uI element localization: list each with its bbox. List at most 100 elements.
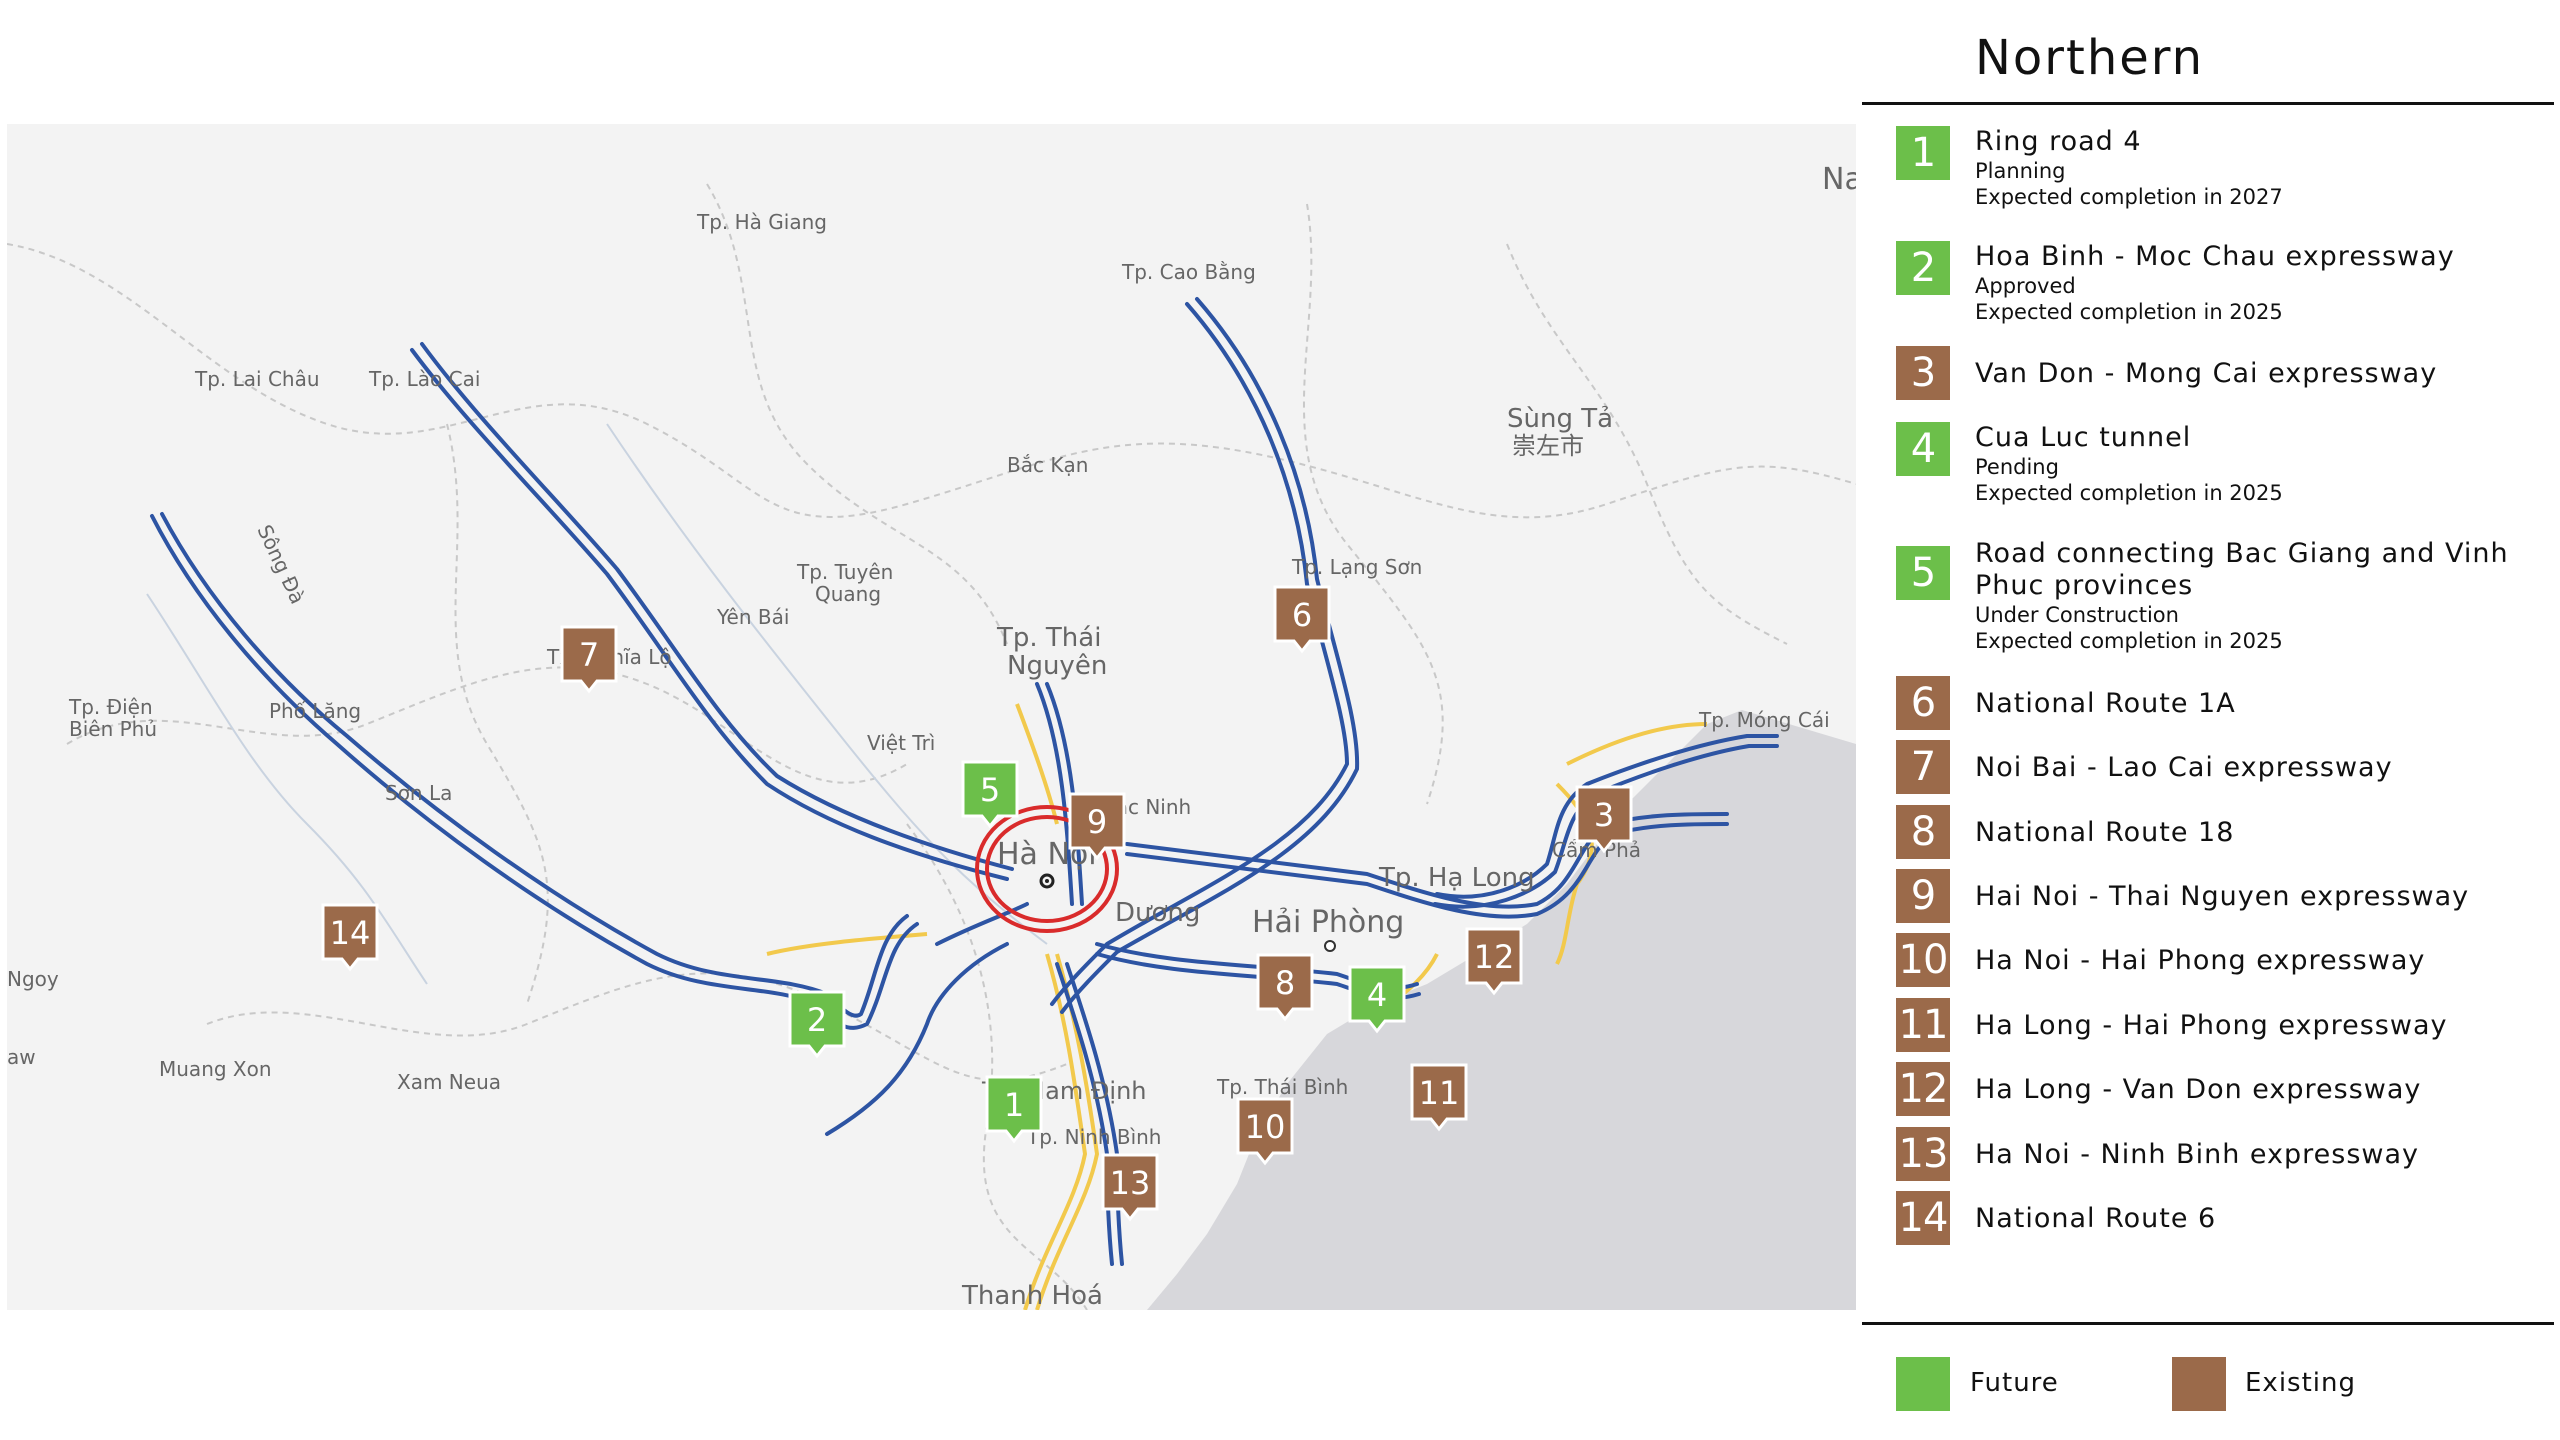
route-badge: 1 [1896, 126, 1950, 180]
map-marker-14[interactable]: 14 [321, 903, 379, 972]
svg-text:Tp. Thái: Tp. Thái [996, 623, 1101, 653]
svg-text:Biên Phủ: Biên Phủ [69, 717, 157, 741]
map-marker-10[interactable]: 10 [1236, 1097, 1294, 1166]
legend-divider [1862, 1322, 2554, 1325]
map-marker-label: 7 [579, 636, 599, 674]
route-badge: 11 [1896, 998, 1950, 1052]
svg-text:Hải Phòng: Hải Phòng [1252, 905, 1404, 940]
route-name: Noi Bai - Lao Cai expressway [1975, 752, 2393, 783]
map-marker-8[interactable]: 8 [1256, 953, 1314, 1022]
svg-text:Sùng Tả: Sùng Tả [1507, 404, 1613, 434]
svg-text:Phố Lăng: Phố Lăng [269, 699, 361, 723]
svg-text:Dương: Dương [1115, 898, 1200, 928]
route-badge: 13 [1896, 1127, 1950, 1181]
route-completion: Expected completion in 2027 [1975, 185, 2283, 209]
route-badge: 8 [1896, 805, 1950, 859]
svg-text:Tp. Cao Bằng: Tp. Cao Bằng [1121, 260, 1256, 284]
future-label: Future [1970, 1368, 2059, 1398]
map-marker-label: 10 [1245, 1108, 1286, 1146]
route-completion: Expected completion in 2025 [1975, 481, 2283, 505]
svg-text:Việt Trì: Việt Trì [867, 731, 935, 755]
route-name: Cua Luc tunnel [1975, 422, 2192, 453]
route-badge: 14 [1896, 1191, 1950, 1245]
existing-label: Existing [2245, 1368, 2356, 1398]
route-badge: 10 [1896, 933, 1950, 987]
svg-text:Muang Xon: Muang Xon [159, 1057, 272, 1081]
route-badge: 9 [1896, 869, 1950, 923]
future-swatch [1896, 1357, 1950, 1411]
svg-text:Na: Na [1822, 162, 1856, 197]
svg-text:Tp. Hà Giang: Tp. Hà Giang [696, 210, 827, 234]
route-name: Road connecting Bac Giang and Vinh Phuc … [1975, 538, 2509, 601]
route-completion: Expected completion in 2025 [1975, 300, 2283, 324]
route-status: Planning [1975, 159, 2066, 183]
route-name: Hoa Binh - Moc Chau expressway [1975, 241, 2455, 272]
map-marker-label: 12 [1474, 938, 1515, 976]
svg-text:Xam Neua: Xam Neua [397, 1070, 501, 1094]
title-divider [1862, 102, 2554, 105]
map-marker-label: 9 [1087, 803, 1107, 841]
map-marker-5[interactable]: 5 [961, 760, 1019, 829]
map-marker-label: 8 [1275, 964, 1295, 1002]
svg-text:Tp. Lào Cai: Tp. Lào Cai [368, 367, 480, 391]
route-name: Ha Long - Van Don expressway [1975, 1074, 2422, 1105]
map[interactable]: Tp. Hà Giang Tp. Cao Bằng Tp. Lai Châu T… [7, 124, 1856, 1310]
route-badge: 3 [1896, 346, 1950, 400]
route-status: Under Construction [1975, 603, 2179, 627]
map-marker-label: 11 [1419, 1074, 1460, 1112]
map-marker-label: 2 [807, 1001, 827, 1039]
svg-text:Tp. Tuyên: Tp. Tuyên [796, 560, 893, 584]
svg-text:Quang: Quang [815, 582, 881, 606]
map-marker-4[interactable]: 4 [1348, 965, 1406, 1034]
svg-text:Tp. Ninh Bình: Tp. Ninh Bình [1026, 1125, 1161, 1149]
svg-text:Tp. Điện: Tp. Điện [68, 695, 153, 719]
haiphong-dot [1324, 940, 1336, 952]
map-marker-label: 13 [1110, 1164, 1151, 1202]
map-marker-6[interactable]: 6 [1273, 585, 1331, 654]
route-completion: Expected completion in 2025 [1975, 629, 2283, 653]
map-marker-label: 6 [1292, 596, 1312, 634]
map-marker-1[interactable]: 1 [985, 1075, 1043, 1144]
svg-text:Tp. Lai Châu: Tp. Lai Châu [194, 367, 320, 391]
route-badge: 12 [1896, 1062, 1950, 1116]
map-marker-2[interactable]: 2 [788, 990, 846, 1059]
map-marker-label: 14 [330, 914, 371, 952]
map-marker-9[interactable]: 9 [1068, 792, 1126, 861]
route-badge: 5 [1896, 546, 1950, 600]
route-name: Ring road 4 [1975, 126, 2142, 157]
map-marker-11[interactable]: 11 [1410, 1063, 1468, 1132]
route-name: Ha Long - Hai Phong expressway [1975, 1010, 2448, 1041]
svg-text:Tp. Móng Cái: Tp. Móng Cái [1698, 708, 1830, 732]
map-marker-label: 3 [1594, 796, 1614, 834]
route-badge: 2 [1896, 241, 1950, 295]
map-marker-12[interactable]: 12 [1465, 927, 1523, 996]
svg-text:Ngoy: Ngoy [7, 967, 59, 991]
route-name: Van Don - Mong Cai expressway [1975, 358, 2438, 389]
route-name: National Route 6 [1975, 1203, 2217, 1234]
route-name: Ha Noi - Ninh Binh expressway [1975, 1139, 2420, 1170]
svg-text:Thanh Hoá: Thanh Hoá [961, 1281, 1103, 1310]
map-marker-label: 4 [1367, 976, 1387, 1014]
map-marker-3[interactable]: 3 [1575, 785, 1633, 854]
map-marker-13[interactable]: 13 [1101, 1153, 1159, 1222]
map-marker-label: 1 [1004, 1086, 1024, 1124]
svg-text:aw: aw [7, 1045, 36, 1069]
region-title: Northern [1975, 30, 2205, 86]
svg-text:崇左市: 崇左市 [1512, 432, 1584, 460]
map-marker-label: 5 [980, 771, 1000, 809]
svg-text:Tp. Lạng Sơn: Tp. Lạng Sơn [1291, 555, 1422, 579]
legend-panel: Northern 1 Ring road 4 Planning Expected… [1862, 0, 2560, 1440]
route-badge: 7 [1896, 740, 1950, 794]
route-badge: 4 [1896, 422, 1950, 476]
route-name: National Route 1A [1975, 688, 2236, 719]
route-badge: 6 [1896, 676, 1950, 730]
svg-text:Tp. Hạ Long: Tp. Hạ Long [1378, 863, 1535, 893]
existing-swatch [2172, 1357, 2226, 1411]
svg-text:Sơn La: Sơn La [385, 781, 452, 805]
route-name: Ha Noi - Hai Phong expressway [1975, 945, 2426, 976]
svg-text:Bắc Kạn: Bắc Kạn [1007, 453, 1088, 477]
route-name: Hai Noi - Thai Nguyen expressway [1975, 881, 2470, 912]
map-marker-7[interactable]: 7 [560, 625, 618, 694]
route-status: Approved [1975, 274, 2076, 298]
svg-text:Tp. Thái Bình: Tp. Thái Bình [1216, 1075, 1348, 1099]
